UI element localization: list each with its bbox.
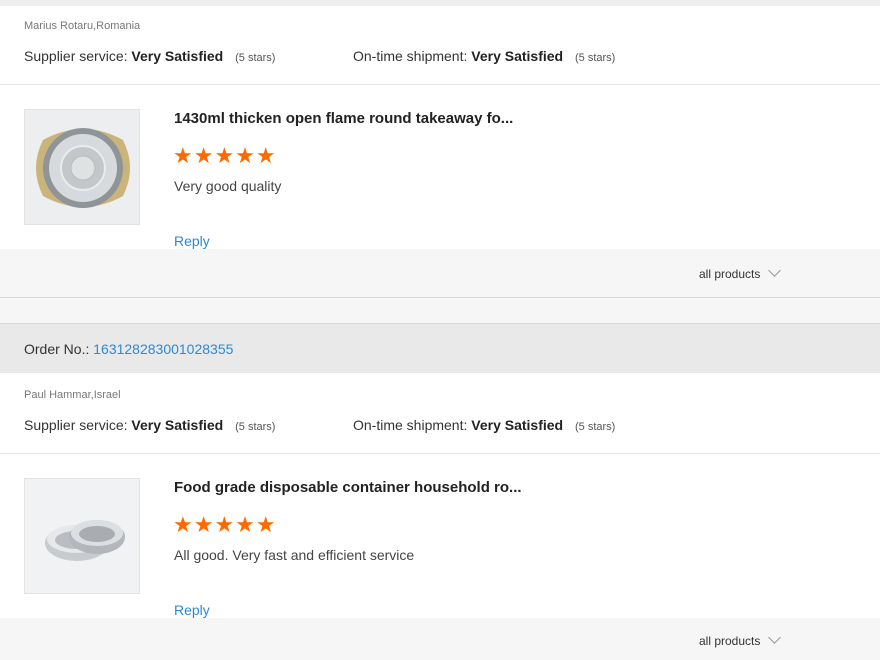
- shipment-value: Very Satisfied: [471, 417, 564, 433]
- review-comment: All good. Very fast and efficient servic…: [174, 547, 415, 563]
- shipment-rating: On-time shipment: Very Satisfied (5 star…: [353, 417, 615, 433]
- divider: [0, 453, 880, 454]
- service-ratings: Supplier service: Very Satisfied (5 star…: [24, 417, 615, 433]
- all-products-label: all products: [699, 634, 761, 648]
- supplier-service-value: Very Satisfied: [131, 417, 224, 433]
- product-thumbnail[interactable]: [24, 109, 140, 225]
- shipment-value: Very Satisfied: [471, 48, 564, 64]
- chevron-down-icon: [768, 631, 782, 644]
- supplier-service-label: Supplier service:: [24, 417, 128, 433]
- top-divider: [0, 0, 880, 6]
- reply-link[interactable]: Reply: [174, 602, 210, 618]
- divider: [0, 84, 880, 85]
- review-footer: all products: [0, 249, 880, 297]
- chevron-down-icon: [768, 264, 782, 277]
- shipment-stars: (5 stars): [574, 421, 616, 433]
- shipment-stars: (5 stars): [574, 52, 616, 64]
- supplier-service-value: Very Satisfied: [131, 48, 224, 64]
- order-number-label: Order No.:: [24, 341, 90, 357]
- supplier-service-label: Supplier service:: [24, 48, 128, 64]
- shipment-label: On-time shipment:: [353, 48, 468, 64]
- all-products-dropdown[interactable]: all products: [699, 264, 782, 281]
- order-number-link[interactable]: 163128283001028355: [93, 341, 233, 357]
- product-thumbnail[interactable]: [24, 478, 140, 594]
- reviewer-name: Marius Rotaru,Romania: [24, 20, 141, 32]
- round-foil-container-image: [25, 110, 139, 224]
- section-gap: [0, 297, 880, 323]
- product-star-rating: ★★★★★: [173, 512, 277, 537]
- product-title[interactable]: 1430ml thicken open flame round takeaway…: [174, 110, 513, 127]
- shipment-rating: On-time shipment: Very Satisfied (5 star…: [353, 48, 615, 64]
- supplier-service-stars: (5 stars): [235, 52, 276, 64]
- review-comment: Very good quality: [174, 178, 282, 194]
- supplier-service-stars: (5 stars): [235, 421, 276, 433]
- product-star-rating: ★★★★★: [173, 143, 277, 168]
- stacked-foil-cups-image: [25, 479, 139, 593]
- shipment-label: On-time shipment:: [353, 417, 468, 433]
- review-footer: all products: [0, 618, 880, 660]
- reply-link[interactable]: Reply: [174, 233, 210, 249]
- all-products-label: all products: [699, 267, 761, 281]
- service-ratings: Supplier service: Very Satisfied (5 star…: [24, 48, 615, 64]
- order-header: Order No.: 163128283001028355: [0, 323, 880, 373]
- reviewer-name: Paul Hammar,Israel: [24, 389, 121, 401]
- all-products-dropdown[interactable]: all products: [699, 631, 782, 648]
- product-title[interactable]: Food grade disposable container househol…: [174, 479, 522, 496]
- order-number-line: Order No.: 163128283001028355: [24, 341, 233, 357]
